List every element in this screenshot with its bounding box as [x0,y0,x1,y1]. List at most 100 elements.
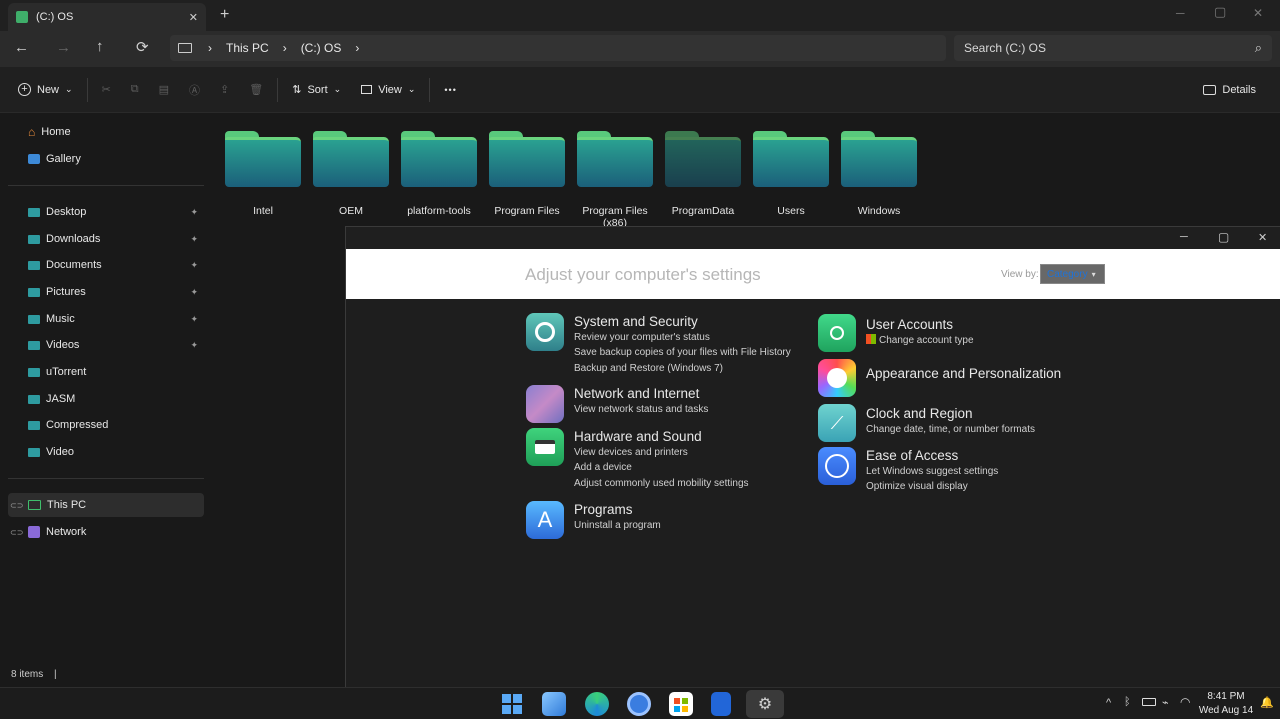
bluetooth-icon[interactable]: ᛒ [1124,696,1131,708]
close-window-button[interactable]: ✕ [1258,231,1267,244]
view-by-select[interactable]: Category ▾ [1040,264,1105,284]
store-tile [674,706,680,712]
folder-name: Users [777,205,805,217]
close-window-button[interactable]: ✕ [1253,6,1263,20]
breadcrumb-drive[interactable]: (C:) OS [301,41,342,55]
folder-icon [313,131,389,187]
new-tab-button[interactable]: + [220,6,229,24]
share-button[interactable]: ⇪ [210,75,239,105]
monitor-icon [178,43,192,53]
sidebar-item-this-pc[interactable]: ⊂⊃ This PC [8,493,204,517]
settings-taskbar-icon[interactable]: ⚙ [746,690,784,718]
sidebar-item-compressed[interactable]: Compressed [8,413,204,437]
category-link[interactable]: View network status and tasks [574,402,708,417]
forward-button[interactable]: → [56,39,71,56]
category-appearance: Appearance and Personalization [818,359,1061,397]
folder-item[interactable]: platform-tools [395,131,483,217]
sidebar-item-desktop[interactable]: Desktop ✦ [8,200,204,224]
new-button[interactable]: + New ⌄ [8,75,83,105]
sidebar-item-music[interactable]: Music ✦ [8,307,204,331]
minimize-button[interactable]: ─ [1180,231,1188,243]
back-button[interactable]: ← [14,39,29,56]
store-icon[interactable] [669,692,693,716]
refresh-button[interactable]: ⟳ [136,38,149,56]
sidebar-item-label: uTorrent [46,366,87,378]
file-explorer-taskbar-icon[interactable] [542,692,566,716]
globe-icon [526,385,564,423]
sort-button[interactable]: ⇅ Sort ⌄ [282,75,351,105]
folder-item[interactable]: Users [747,131,835,217]
view-button[interactable]: View ⌄ [351,75,425,105]
sidebar-item-documents[interactable]: Documents ✦ [8,253,204,277]
clock[interactable]: 8:41 PM Wed Aug 14 [1196,690,1256,718]
category-link[interactable]: Save backup copies of your files with Fi… [574,345,791,360]
sidebar-item-network[interactable]: ⊂⊃ Network [8,520,204,544]
folder-name: OEM [339,205,363,217]
address-bar[interactable]: › This PC › (C:) OS › [170,35,946,61]
folder-item[interactable]: OEM [307,131,395,217]
category-title[interactable]: Network and Internet [574,385,708,402]
category-link[interactable]: Optimize visual display [866,479,998,494]
network-tray-icon[interactable]: ⌁ [1162,696,1169,709]
category-link[interactable]: Let Windows suggest settings [866,464,998,479]
sidebar-item-jasm[interactable]: JASM [8,387,204,411]
folder-item[interactable]: Windows [835,131,923,217]
more-options-button[interactable]: ••• [434,75,466,105]
maximize-button[interactable]: ▢ [1214,4,1226,20]
close-tab-icon[interactable]: ✕ [189,11,198,24]
maximize-button[interactable]: ▢ [1218,230,1229,244]
wifi-icon[interactable]: ◠ [1180,695,1190,709]
category-title[interactable]: Appearance and Personalization [866,365,1061,382]
tab-active[interactable]: (C:) OS ✕ [8,3,206,31]
up-button[interactable]: ↑ [96,38,104,55]
battery-icon[interactable] [1142,698,1156,706]
user-icon [818,314,856,352]
category-title[interactable]: Programs [574,501,661,518]
sidebar-item-home[interactable]: ⌂ Home [8,120,204,144]
windows-logo-icon [513,705,522,714]
category-title[interactable]: Clock and Region [866,405,1035,422]
category-link[interactable]: Backup and Restore (Windows 7) [574,361,791,376]
start-button[interactable] [500,692,524,716]
scissors-icon: ✂ [101,84,111,96]
folder-icon [28,340,40,350]
archive-app-icon[interactable] [711,692,731,716]
folder-item[interactable]: Program Files [483,131,571,217]
chrome-browser-icon[interactable] [627,692,651,716]
sidebar-item-downloads[interactable]: Downloads ✦ [8,227,204,251]
sidebar-item-gallery[interactable]: Gallery [8,147,204,171]
category-title[interactable]: Ease of Access [866,447,998,464]
delete-button[interactable]: 🗑 [239,75,273,105]
cut-button[interactable]: ✂ [92,75,121,105]
copy-button[interactable]: ⧉ [121,75,149,105]
category-title[interactable]: User Accounts [866,316,974,333]
paste-button[interactable]: ▤ [149,75,179,105]
windows-logo-icon [513,694,522,703]
rename-button[interactable]: Ⓐ [179,75,210,105]
sidebar-item-pictures[interactable]: Pictures ✦ [8,280,204,304]
category-link[interactable]: Adjust commonly used mobility settings [574,476,749,491]
sidebar-item-utorrent[interactable]: uTorrent [8,360,204,384]
folder-item[interactable]: ProgramData [659,131,747,217]
toolbar-divider [277,77,279,102]
edge-browser-icon[interactable] [585,692,609,716]
sidebar-item-videos[interactable]: Videos ✦ [8,333,204,357]
search-input[interactable]: Search (C:) OS ⌕ [954,35,1272,61]
minimize-button[interactable]: ─ [1176,6,1185,20]
category-title[interactable]: Hardware and Sound [574,428,749,445]
sidebar-item-video[interactable]: Video [8,440,204,464]
category-link[interactable]: Uninstall a program [574,518,661,533]
notification-bell-icon[interactable]: 🔔 [1260,696,1274,709]
tray-overflow-chevron-icon[interactable]: ^ [1106,697,1111,709]
category-link[interactable]: Change account type [866,333,974,348]
category-title[interactable]: System and Security [574,313,791,330]
category-link[interactable]: Change date, time, or number formats [866,422,1035,437]
category-link[interactable]: Review your computer's status [574,330,791,345]
details-button[interactable]: Details [1193,75,1266,105]
folder-item[interactable]: Program Files (x86) [571,131,659,229]
category-link[interactable]: View devices and printers [574,445,749,460]
category-link[interactable]: Add a device [574,460,749,475]
breadcrumb-this-pc[interactable]: This PC [226,41,269,55]
category-programs: A Programs Uninstall a program [526,501,661,539]
folder-item[interactable]: Intel [219,131,307,217]
